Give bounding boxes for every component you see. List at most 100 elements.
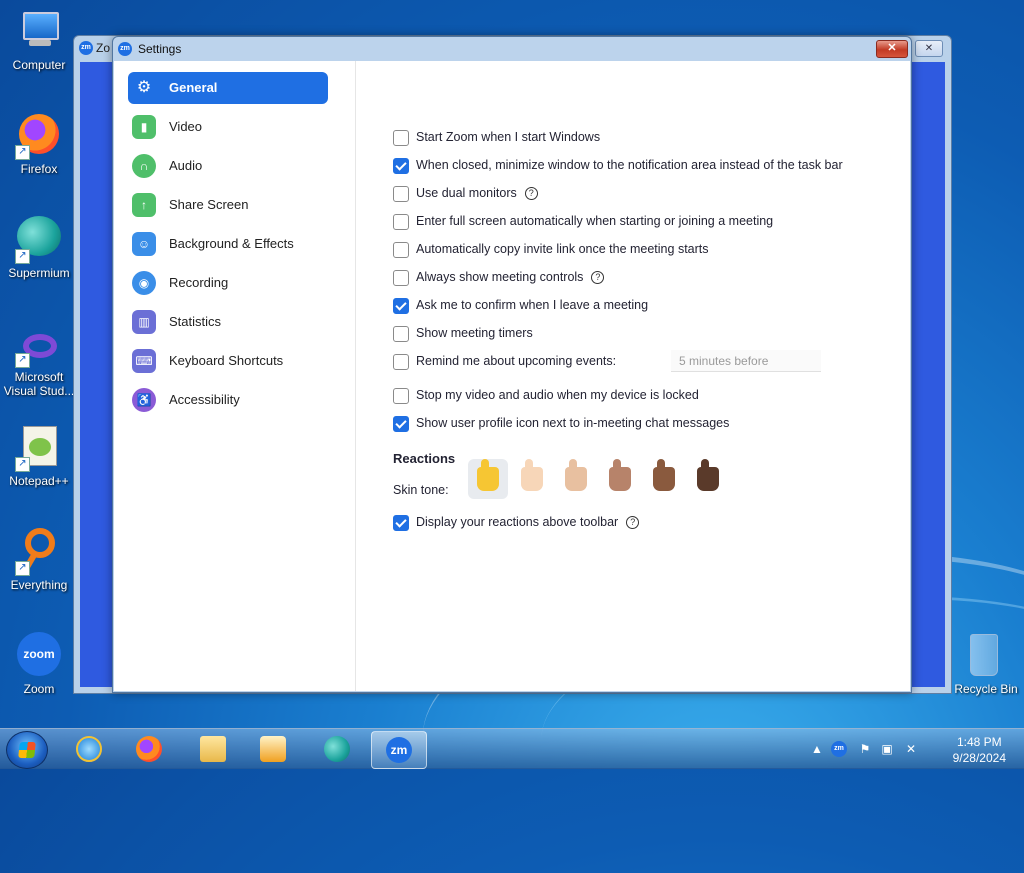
close-button[interactable]: ✕ [876,40,908,58]
taskbar-clock[interactable]: 1:48 PM 9/28/2024 [953,734,1006,766]
skin-tone-option[interactable] [468,459,508,499]
taskbar: zm ▲ zm ⚑ ▣ ✕ 1:48 PM 9/28/2024 [0,728,1024,769]
help-icon[interactable]: ? [524,187,538,200]
nav-item-keyboard-shortcuts[interactable]: ⌨ Keyboard Shortcuts [128,345,328,377]
shortcut-arrow-icon: ↗ [15,249,30,264]
option-label: Show user profile icon next to in-meetin… [416,416,730,430]
checkbox[interactable] [393,158,409,174]
nav-item-label: Keyboard Shortcuts [169,353,284,368]
zoom-tray-icon[interactable]: zm [831,741,847,757]
checkbox[interactable] [393,388,409,404]
nav-item-label: Background & Effects [169,236,294,251]
everything-icon: ↗ [15,528,63,576]
volume-muted-icon[interactable]: ✕ [903,741,919,757]
network-icon[interactable]: ▣ [879,741,895,757]
firefox-icon [136,736,162,762]
taskbar-zoom[interactable]: zm [371,731,427,769]
desktop-icon-label: Supermium [8,266,70,280]
option-label: Show meeting timers [416,326,533,340]
checkbox[interactable] [393,354,409,370]
settings-client: ⚙ General ▮ Video ∩ Audio ↑ Share Screen… [114,61,910,691]
checkbox[interactable] [393,416,409,432]
desktop-icon-computer[interactable]: Computer [1,8,77,72]
thumbs-up-icon [565,459,587,491]
skin-tone-option[interactable] [600,459,640,499]
keyboard-icon: ⌨ [132,349,156,373]
windows-logo-icon [18,742,36,758]
skin-tone-option[interactable] [644,459,684,499]
skin-tone-option[interactable] [688,459,728,499]
option-label: Display your reactions above toolbar [416,515,619,529]
checkbox[interactable] [393,270,409,286]
thumbs-up-icon [477,459,499,491]
nav-item-background-effects[interactable]: ☺ Background & Effects [128,228,328,260]
system-tray: ▲ zm ⚑ ▣ ✕ 1:48 PM 9/28/2024 [809,729,1024,769]
desktop-icon-zoom[interactable]: zoom Zoom [1,632,77,696]
desktop-icon-everything[interactable]: ↗ Everything [1,528,77,592]
desktop-icon-recycle-bin[interactable]: Recycle Bin [940,632,1024,696]
nav-item-video[interactable]: ▮ Video [128,111,328,143]
option-label: When closed, minimize window to the noti… [416,158,843,172]
taskbar-media-player[interactable] [246,731,300,767]
help-icon[interactable]: ? [591,271,605,284]
supermium-icon: ↗ [15,216,63,264]
nav-item-share-screen[interactable]: ↑ Share Screen [128,189,328,221]
shortcut-arrow-icon: ↗ [15,457,30,472]
checkbox[interactable] [393,214,409,230]
skin-tone-option[interactable] [556,459,596,499]
desktop-icon-firefox[interactable]: ↗ Firefox [1,112,77,176]
nav-item-recording[interactable]: ◉ Recording [128,267,328,299]
window-title: Settings [138,42,182,56]
option-label: Automatically copy invite link once the … [416,242,709,256]
nav-item-label: General [169,80,218,95]
checkbox[interactable] [393,326,409,342]
window-title: Zo [96,41,111,55]
media-player-icon [260,736,286,762]
desktop-icon-supermium[interactable]: ↗ Supermium [1,216,77,280]
start-button[interactable] [6,731,48,769]
taskbar-supermium[interactable] [310,731,364,767]
option-label-wrap: Display your reactions above toolbar? [416,515,640,529]
nav-item-audio[interactable]: ∩ Audio [128,150,328,182]
taskbar-firefox[interactable] [122,731,176,767]
checkbox[interactable] [393,186,409,202]
desktop-icon-notepadpp[interactable]: ↗ Notepad++ [1,424,77,488]
internet-explorer-icon [76,736,102,762]
checkbox[interactable] [393,130,409,146]
option-label: Use dual monitors [416,186,517,200]
thumbs-up-icon [521,459,543,491]
action-center-flag-icon[interactable]: ⚑ [857,741,873,757]
window-titlebar: zm Settings ✕ [113,37,911,61]
zoom-logo-icon: zm [79,41,93,55]
taskbar-explorer[interactable] [186,731,240,767]
nav-item-label: Recording [169,275,229,290]
nav-item-label: Accessibility [169,392,240,407]
thumbs-up-icon [653,459,675,491]
nav-item-label: Video [169,119,203,134]
shortcut-arrow-icon: ↗ [15,145,30,160]
settings-window[interactable]: zm Settings ✕ ⚙ General ▮ Video ∩ Audio … [112,36,912,693]
recording-icon: ◉ [132,271,156,295]
option-remind-events[interactable]: Remind me about upcoming events: 5 minut… [393,350,823,372]
nav-item-statistics[interactable]: ▥ Statistics [128,306,328,338]
remind-time-select[interactable]: 5 minutes before [671,350,821,372]
nav-item-general[interactable]: ⚙ General [128,72,328,104]
help-icon[interactable]: ? [626,516,640,529]
checkbox[interactable] [393,242,409,258]
shortcut-arrow-icon: ↗ [15,353,30,368]
nav-item-label: Audio [169,158,203,173]
skin-tone-label: Skin tone: [393,483,449,497]
taskbar-ie[interactable] [62,731,116,767]
nav-item-label: Share Screen [169,197,249,212]
desktop-icon-label: Firefox [20,162,58,176]
zoom-app-icon: zm [386,737,412,763]
checkbox[interactable] [393,298,409,314]
gear-icon: ⚙ [136,79,152,96]
checkbox[interactable] [393,515,409,531]
desktop-icon-visual-studio[interactable]: ↗ Microsoft Visual Stud... [1,328,77,398]
show-hidden-icons-icon[interactable]: ▲ [809,741,825,757]
nav-item-accessibility[interactable]: ♿ Accessibility [128,384,328,416]
close-button[interactable]: ✕ [915,40,943,57]
background-icon: ☺ [132,232,156,256]
skin-tone-option[interactable] [512,459,552,499]
